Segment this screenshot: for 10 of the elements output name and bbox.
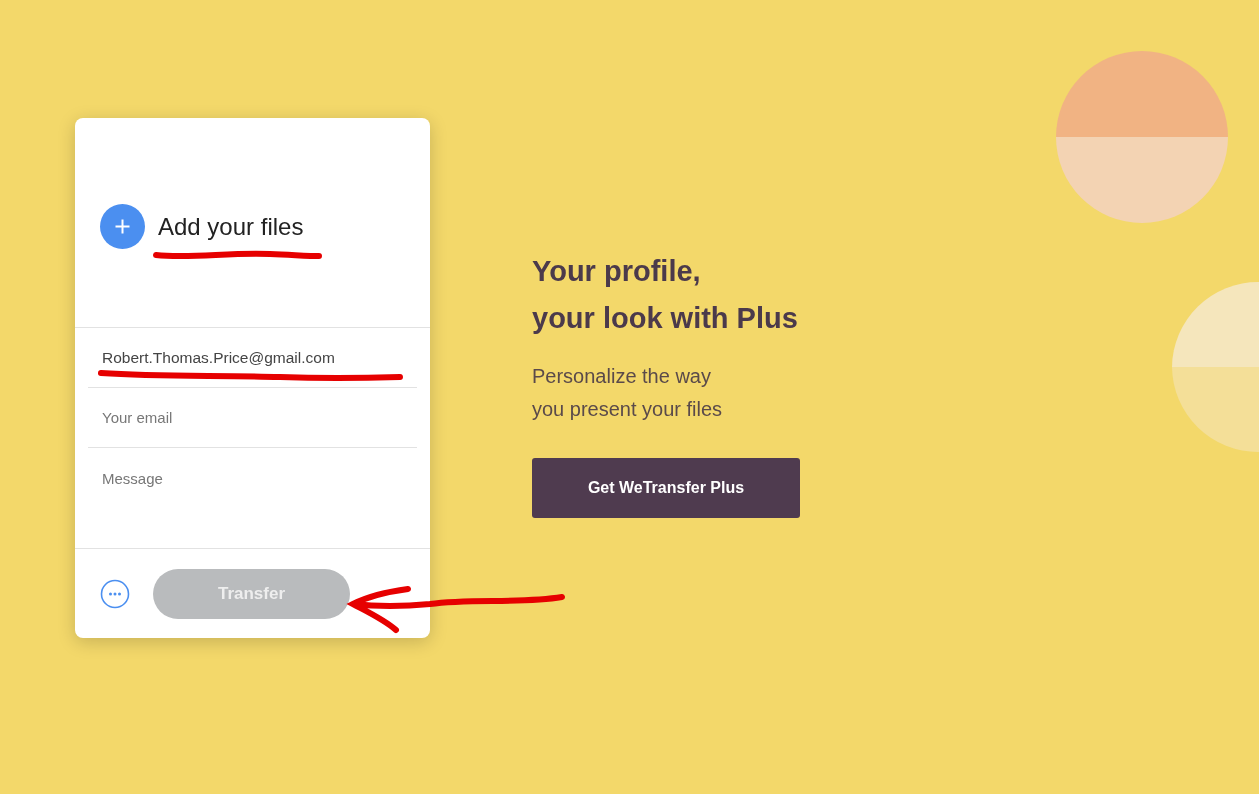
add-files-button[interactable]: Add your files	[100, 204, 304, 249]
message-field[interactable]: Message	[88, 448, 417, 548]
promo-text: Personalize the way you present your files	[532, 364, 724, 422]
promo-heading: Your profile, your look with Plus	[532, 254, 799, 336]
add-files-label[interactable]: Add your files	[158, 212, 304, 241]
plus-icon	[100, 204, 145, 249]
more-options-icon[interactable]	[100, 578, 130, 609]
get-plus-button[interactable]: Get WeTransfer Plus	[532, 458, 800, 518]
email-field[interactable]: Robert.Thomas.Price@gmail.com	[88, 328, 417, 388]
email-field[interactable]: Your email	[88, 388, 417, 448]
